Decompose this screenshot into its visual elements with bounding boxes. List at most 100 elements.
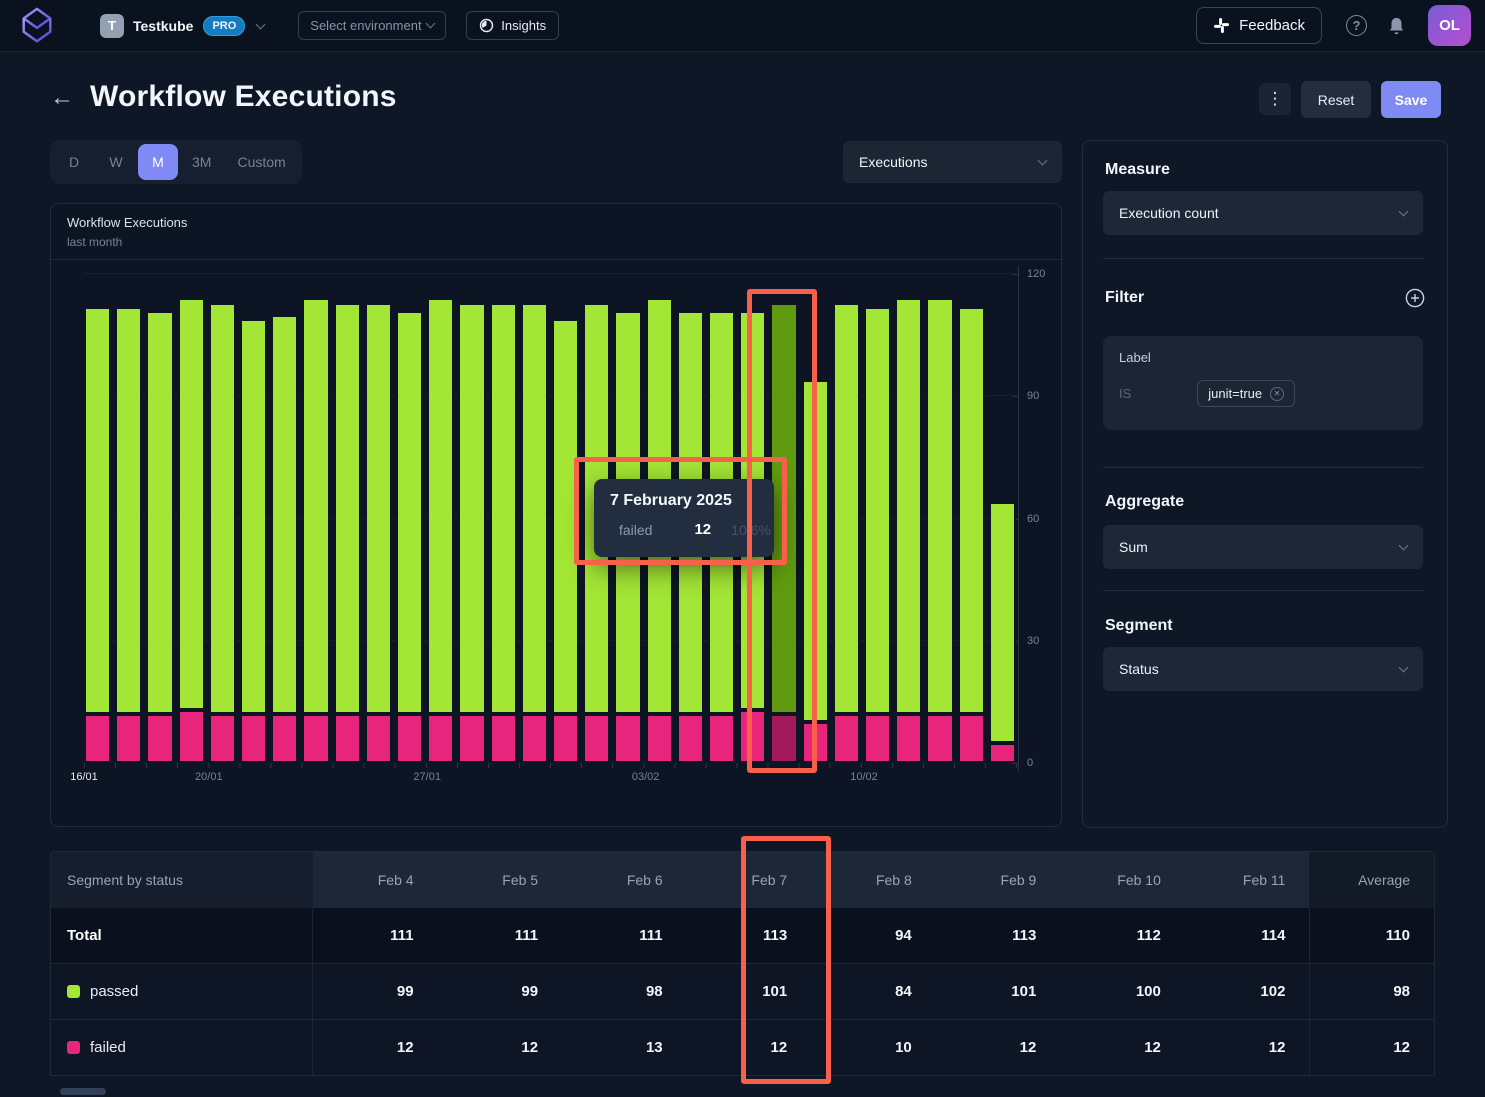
chart-bar[interactable] — [521, 303, 548, 763]
reset-button[interactable]: Reset — [1301, 81, 1371, 118]
table-column-header: Feb 10 — [1060, 852, 1185, 908]
metric-select[interactable]: Executions — [843, 141, 1062, 183]
chart-bar[interactable] — [302, 298, 329, 763]
aggregate-select[interactable]: Sum — [1103, 525, 1423, 569]
bar-segment-failed — [864, 714, 891, 763]
back-arrow-icon[interactable]: ← — [50, 84, 74, 112]
table-cell: 111 — [562, 908, 687, 964]
tooltip-series-label: failed — [619, 522, 652, 538]
chart-bar[interactable] — [802, 380, 829, 763]
filter-operator: IS — [1119, 386, 1131, 401]
bar-segment-passed — [396, 311, 423, 714]
chart-bar[interactable] — [84, 307, 111, 763]
table-cell: 84 — [811, 964, 936, 1020]
bar-segment-failed — [521, 714, 548, 763]
chart-bar[interactable] — [458, 303, 485, 763]
bar-segment-failed — [739, 710, 766, 763]
segment-chevron-down-icon — [1399, 662, 1409, 672]
chart-bar[interactable] — [833, 303, 860, 763]
chart-bar[interactable] — [864, 307, 891, 763]
tab-range-custom[interactable]: Custom — [225, 144, 297, 180]
chart-bar[interactable] — [926, 298, 953, 763]
chart-bar[interactable] — [490, 303, 517, 763]
bar-segment-failed — [677, 714, 704, 763]
tooltip-date: 7 February 2025 — [610, 492, 758, 510]
measure-select[interactable]: Execution count — [1103, 191, 1423, 235]
chart-bar[interactable] — [989, 502, 1016, 763]
chart-tooltip: 7 February 2025 failed 12 10.6% — [594, 479, 774, 557]
chart-bar[interactable] — [958, 307, 985, 763]
horizontal-scrollbar-thumb[interactable] — [60, 1088, 106, 1095]
chart-bar[interactable] — [115, 307, 142, 763]
feedback-button[interactable]: Feedback — [1196, 7, 1322, 44]
table-column-header: Feb 4 — [313, 852, 438, 908]
chart-bar[interactable] — [427, 298, 454, 763]
chart-bar[interactable] — [365, 303, 392, 763]
table-cell: 114 — [1185, 908, 1310, 964]
chart-bar[interactable] — [552, 319, 579, 763]
chart-bar[interactable] — [146, 311, 173, 763]
table-cell: 12 — [313, 1020, 438, 1076]
y-axis-tick — [1012, 763, 1019, 764]
chart-bar[interactable] — [396, 311, 423, 763]
table-cell: 98 — [1309, 964, 1434, 1020]
remove-filter-icon[interactable]: ✕ — [1270, 387, 1284, 401]
segment-heading: Segment — [1105, 617, 1173, 635]
help-icon[interactable]: ? — [1346, 15, 1367, 36]
bar-segment-passed — [84, 307, 111, 715]
bar-segment-failed — [427, 714, 454, 763]
divider — [1103, 258, 1423, 259]
org-avatar[interactable]: T — [100, 14, 124, 38]
aggregate-chevron-down-icon — [1399, 540, 1409, 550]
save-button[interactable]: Save — [1381, 81, 1441, 118]
insights-button[interactable]: Insights — [466, 11, 559, 40]
chart-bar[interactable] — [770, 303, 797, 763]
tab-range-3months[interactable]: 3M — [180, 144, 223, 180]
y-axis-tick-label: 60 — [1027, 513, 1039, 525]
tab-range-week[interactable]: W — [96, 144, 136, 180]
filter-chip[interactable]: junit=true ✕ — [1197, 380, 1295, 407]
bar-segment-passed — [365, 303, 392, 715]
bar-segment-passed — [521, 303, 548, 715]
chart-bar[interactable] — [209, 303, 236, 763]
table-cell: 10 — [811, 1020, 936, 1076]
chart-bar[interactable] — [334, 303, 361, 763]
measure-chevron-down-icon — [1399, 206, 1409, 216]
bar-segment-failed — [989, 743, 1016, 763]
bar-segment-passed — [802, 380, 829, 722]
plan-badge: PRO — [203, 16, 245, 36]
table-corner-header: Segment by status — [51, 852, 313, 908]
environment-select[interactable]: Select environment — [298, 11, 446, 40]
tab-range-month[interactable]: M — [138, 144, 178, 180]
bar-segment-passed — [209, 303, 236, 715]
segment-select[interactable]: Status — [1103, 647, 1423, 691]
chart-bar[interactable] — [240, 319, 267, 763]
row-label-text: failed — [90, 1039, 126, 1056]
bar-segment-failed — [115, 714, 142, 763]
notifications-bell-icon[interactable] — [1387, 16, 1406, 36]
table-cell: 111 — [313, 908, 438, 964]
filter-row: IS junit=true ✕ — [1119, 380, 1407, 407]
bar-segment-failed — [770, 714, 797, 763]
x-axis-tick-label: 16/01 — [70, 771, 98, 783]
bar-segment-passed — [178, 298, 205, 710]
y-axis-tick-label: 0 — [1027, 757, 1033, 769]
user-avatar[interactable]: OL — [1428, 5, 1471, 46]
bar-segment-failed — [240, 714, 267, 763]
chart-card: Workflow Executions last month 7 Februar… — [50, 203, 1062, 827]
chart-header: Workflow Executions last month — [51, 204, 1061, 260]
add-filter-icon[interactable] — [1405, 288, 1425, 308]
y-axis-tick — [1012, 396, 1019, 397]
org-chevron-down-icon[interactable] — [256, 19, 266, 29]
table-cell: 13 — [562, 1020, 687, 1076]
bar-segment-failed — [178, 710, 205, 763]
chart-bar[interactable] — [178, 298, 205, 763]
chart-bar[interactable] — [895, 298, 922, 763]
tab-range-day[interactable]: D — [54, 144, 94, 180]
bar-segment-failed — [334, 714, 361, 763]
chart-bar[interactable] — [271, 315, 298, 763]
insights-label: Insights — [501, 18, 546, 33]
table-cell: 98 — [562, 964, 687, 1020]
table-column-header: Feb 5 — [438, 852, 563, 908]
more-options-button[interactable]: ⋮ — [1259, 83, 1291, 115]
